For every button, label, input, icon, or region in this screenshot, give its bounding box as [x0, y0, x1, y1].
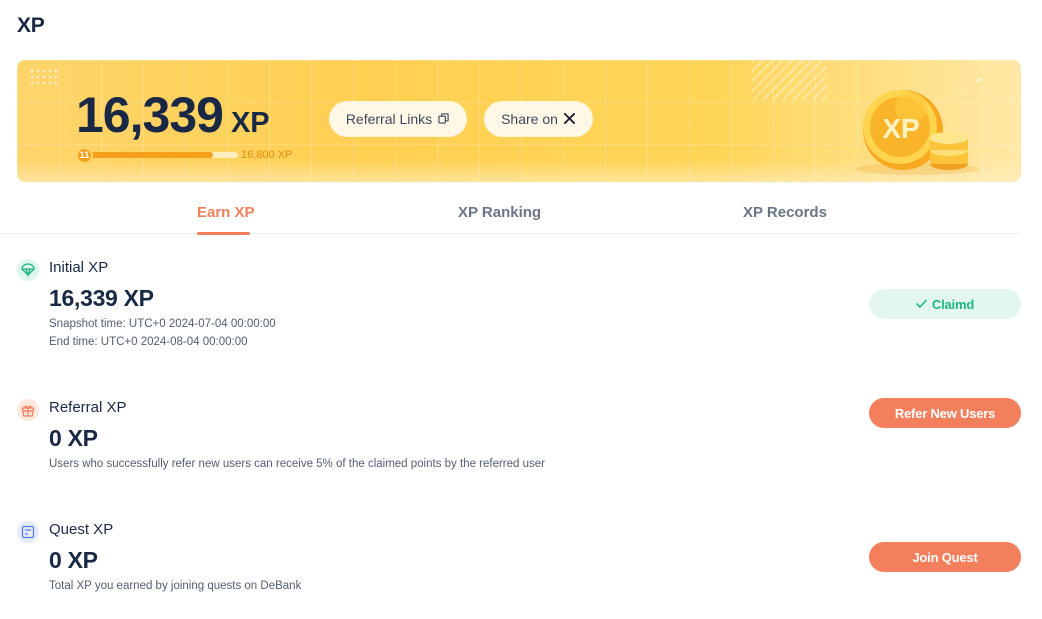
quest-xp-value: 0 XP — [49, 547, 98, 573]
page-title: XP — [17, 14, 45, 37]
checklist-icon — [17, 521, 39, 543]
check-icon — [916, 297, 927, 312]
referral-xp-note: Users who successfully refer new users c… — [49, 458, 545, 470]
refer-new-users-button[interactable]: Refer New Users — [869, 398, 1021, 428]
xp-total-value: 16,339 — [76, 87, 224, 143]
parachute-icon — [17, 259, 39, 281]
gift-icon — [17, 399, 39, 421]
xp-coin-icon: XP — [855, 77, 982, 175]
initial-xp-value: 16,339 XP — [49, 285, 154, 311]
copy-icon — [438, 113, 450, 125]
xp-total-unit: XP — [230, 107, 270, 139]
referral-xp-title: Referral XP — [49, 399, 127, 416]
claimed-button-label: Claimd — [931, 296, 975, 312]
active-tab-indicator — [197, 232, 250, 235]
share-on-label: Share on — [501, 111, 558, 127]
initial-xp-section: Initial XP 16,339 XP Snapshot time: UTC+… — [17, 259, 1021, 354]
quest-xp-title: Quest XP — [49, 521, 114, 538]
snapshot-time: Snapshot time: UTC+0 2024-07-04 00:00:00 — [49, 318, 276, 330]
tab-earn-xp[interactable]: Earn XP — [197, 204, 255, 221]
next-level-xp: 16,800 XP — [241, 149, 293, 161]
level-progress-fill — [83, 152, 214, 158]
coin-label: XP — [882, 113, 919, 144]
quest-xp-section: Quest XP 0 XP Total XP you earned by joi… — [17, 521, 1021, 601]
level-progress-bar — [83, 152, 238, 158]
quest-xp-note: Total XP you earned by joining quests on… — [49, 580, 302, 592]
referral-links-button[interactable]: Referral Links — [329, 101, 467, 137]
referral-xp-value: 0 XP — [49, 425, 98, 451]
tab-xp-ranking[interactable]: XP Ranking — [458, 204, 541, 221]
xp-total: 16,339 XP — [76, 86, 270, 144]
join-quest-button[interactable]: Join Quest — [869, 542, 1021, 572]
referral-links-label: Referral Links — [345, 111, 433, 127]
level-badge: 11 — [76, 147, 93, 164]
share-on-x-button[interactable]: Share on — [484, 101, 593, 137]
xp-tabs: Earn XP XP Ranking XP Records — [0, 196, 1021, 235]
x-logo-icon — [563, 113, 576, 125]
tab-xp-records[interactable]: XP Records — [743, 204, 827, 221]
banner-dots-decoration — [29, 68, 59, 86]
referral-xp-section: Referral XP 0 XP Users who successfully … — [17, 398, 1021, 479]
end-time: End time: UTC+0 2024-08-04 00:00:00 — [49, 336, 248, 348]
claimed-button[interactable]: Claimd — [869, 289, 1021, 319]
banner-stripes-decoration — [752, 60, 827, 100]
xp-banner: 16,339 XP 11 16,800 XP Referral Links Sh… — [17, 60, 1021, 182]
initial-xp-title: Initial XP — [49, 259, 109, 276]
